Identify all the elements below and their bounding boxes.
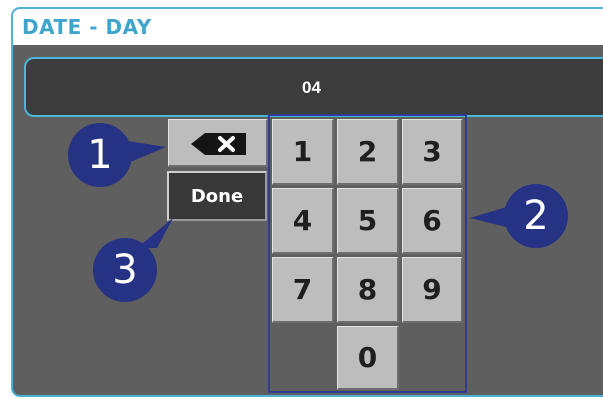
done-label: Done <box>190 185 244 207</box>
key-1-label: 1 <box>292 135 313 168</box>
key-2-label: 2 <box>357 135 378 168</box>
day-value: 04 <box>302 78 321 97</box>
key-9[interactable]: 9 <box>402 257 463 323</box>
backspace-x-icon <box>191 133 246 155</box>
key-3-label: 3 <box>422 135 442 168</box>
key-9-label: 9 <box>422 273 442 306</box>
callout-1-pointer <box>128 141 166 163</box>
dialog-title: DATE - DAY <box>22 15 152 39</box>
key-4-label: 4 <box>292 204 313 237</box>
key-0[interactable]: 0 <box>337 326 399 390</box>
key-8-label: 8 <box>357 273 378 306</box>
key-3[interactable]: 3 <box>402 119 463 185</box>
key-5-label: 5 <box>357 204 378 237</box>
done-button[interactable]: Done <box>167 171 267 221</box>
key-0-label: 0 <box>357 341 378 374</box>
callout-3: 3 <box>93 238 157 302</box>
callout-2-label: 2 <box>523 193 549 239</box>
key-7-label: 7 <box>292 273 313 306</box>
key-8[interactable]: 8 <box>337 257 399 323</box>
key-6[interactable]: 6 <box>402 188 463 254</box>
backspace-button[interactable] <box>168 119 268 167</box>
key-4[interactable]: 4 <box>272 188 334 254</box>
callout-1-label: 1 <box>87 132 113 178</box>
key-1[interactable]: 1 <box>272 119 334 185</box>
callout-3-label: 3 <box>112 247 138 293</box>
key-7[interactable]: 7 <box>272 257 334 323</box>
key-6-label: 6 <box>422 204 442 237</box>
day-value-field[interactable]: 04 <box>24 57 603 117</box>
key-2[interactable]: 2 <box>337 119 399 185</box>
dialog-header: DATE - DAY <box>13 9 603 45</box>
callout-1: 1 <box>68 123 132 187</box>
key-5[interactable]: 5 <box>337 188 399 254</box>
callout-2: 2 <box>504 184 568 248</box>
